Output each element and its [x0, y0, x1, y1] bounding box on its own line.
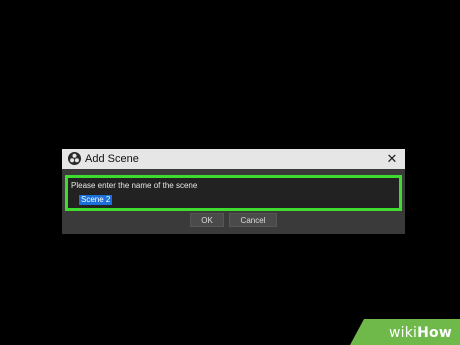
- watermark-wiki: wiki: [388, 325, 418, 341]
- obs-logo-icon: [68, 152, 81, 165]
- screen-canvas: Add Scene ✕ Please enter the name of the…: [0, 0, 460, 345]
- cancel-button[interactable]: Cancel: [229, 213, 277, 227]
- scene-name-prompt: Please enter the name of the scene: [71, 181, 198, 190]
- dialog-title: Add Scene: [85, 153, 139, 165]
- dialog-titlebar: Add Scene ✕: [62, 149, 405, 169]
- wikihow-logo-text: wikiHow: [389, 325, 452, 341]
- scene-name-selected-text: Scene 2: [79, 195, 113, 205]
- scene-name-input[interactable]: Scene 2: [71, 194, 394, 206]
- watermark-how: How: [417, 325, 452, 341]
- close-icon[interactable]: ✕: [385, 151, 399, 166]
- wikihow-watermark: wikiHow: [350, 319, 460, 345]
- ok-button[interactable]: OK: [190, 213, 224, 227]
- scene-name-highlight: Please enter the name of the scene Scene…: [65, 175, 402, 211]
